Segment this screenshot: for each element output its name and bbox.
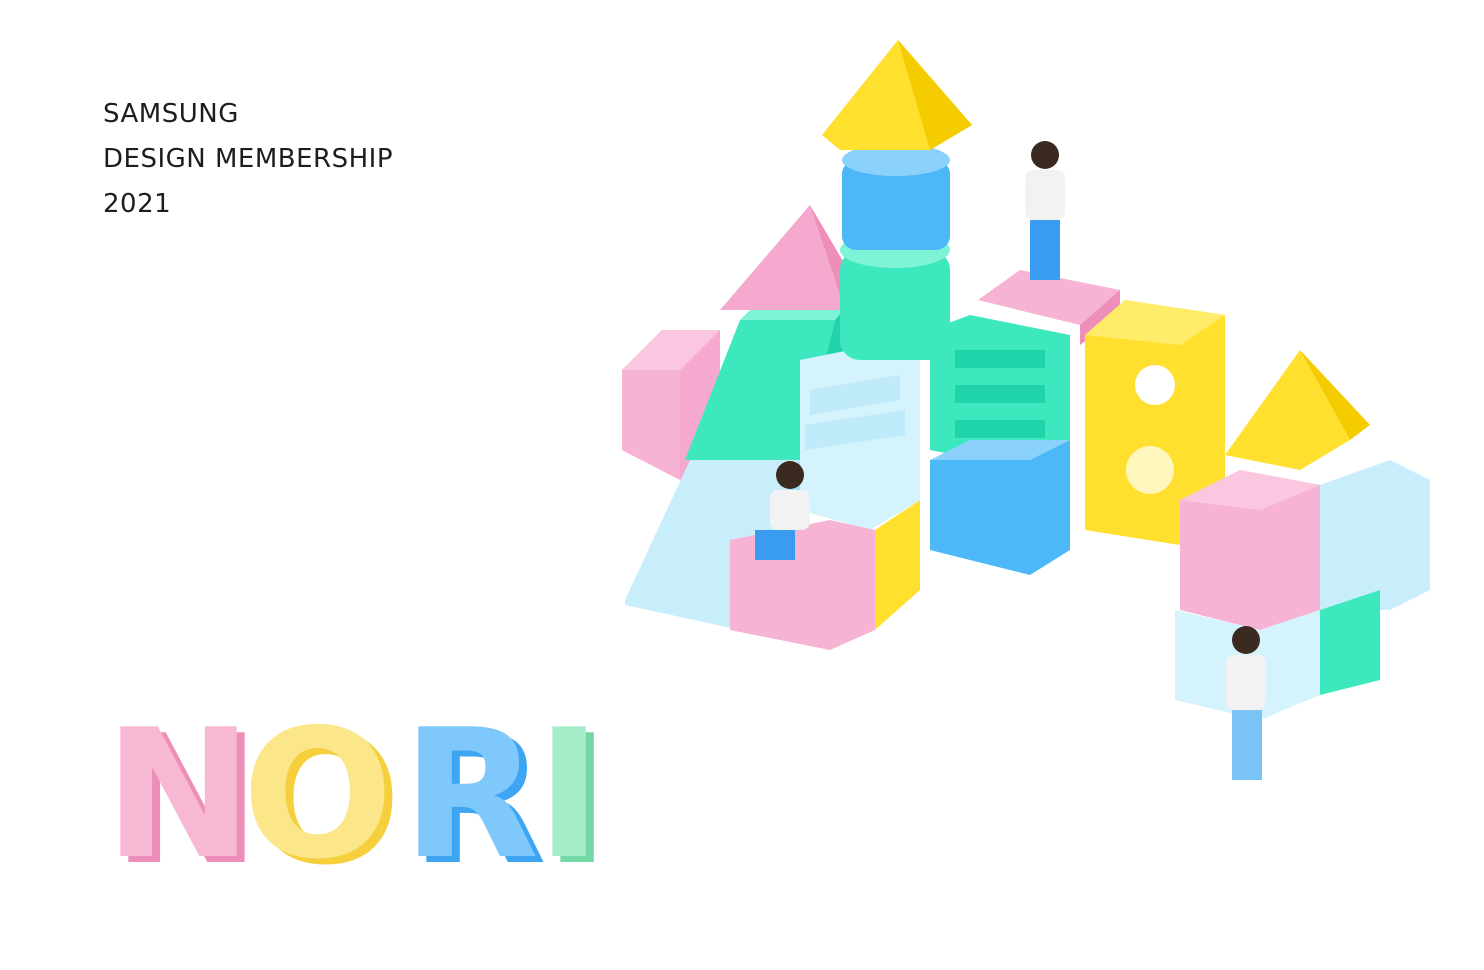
logo-letter-n: N N [104, 691, 261, 880]
yellow-pyramid-right [1225, 350, 1370, 470]
block-castle-illustration [622, 40, 1430, 780]
center-tower [822, 40, 972, 360]
svg-text:N: N [104, 691, 253, 880]
year-line: 2021 [103, 189, 172, 219]
svg-text:R: R [402, 691, 539, 880]
program-line: DESIGN MEMBERSHIP [103, 144, 394, 174]
stair-block [800, 340, 920, 530]
pink-block-right [1180, 470, 1320, 630]
logo-letter-o: O O [242, 691, 401, 880]
svg-text:O: O [242, 691, 393, 880]
child-standing-top [1025, 141, 1065, 280]
pink-pyramid [720, 205, 860, 310]
logo-letter-r: R R [402, 691, 547, 880]
brand-line: SAMSUNG [103, 99, 239, 129]
svg-text:I: I [536, 691, 602, 880]
header-text: SAMSUNG DESIGN MEMBERSHIP 2021 [103, 92, 393, 227]
blue-block [930, 440, 1070, 575]
nori-logo: N N O O R R I I [104, 691, 610, 880]
